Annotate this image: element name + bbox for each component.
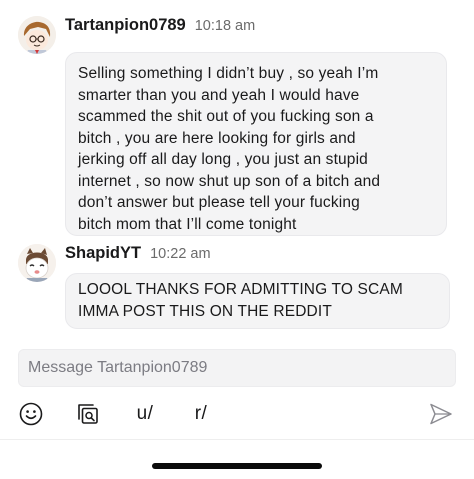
send-icon (430, 403, 452, 425)
subreddit-mention-button[interactable]: r/ (189, 397, 213, 431)
gallery-icon (78, 404, 98, 424)
message-text: Selling something I didn’t buy , so yeah… (78, 65, 381, 233)
message-header: Tartanpion0789 10:18 am (65, 16, 255, 40)
send-button[interactable] (426, 397, 456, 431)
message-bubble[interactable]: Selling something I didn’t buy , so yeah… (65, 52, 447, 236)
avatar[interactable] (18, 244, 56, 282)
message-input-placeholder: Message Tartanpion0789 (28, 359, 208, 376)
username[interactable]: ShapidYT (65, 244, 141, 263)
gallery-button[interactable] (74, 397, 102, 431)
message-header: ShapidYT 10:22 am (65, 244, 211, 268)
message-text: LOOOL THANKS FOR ADMITTING TO SCAM IMMA … (78, 281, 403, 320)
user-mention-label: u/ (136, 403, 154, 424)
message-input[interactable]: Message Tartanpion0789 (18, 349, 456, 387)
timestamp: 10:22 am (150, 246, 211, 262)
smiley-icon (19, 402, 43, 426)
emoji-button[interactable] (17, 397, 45, 431)
message-bubble[interactable]: LOOOL THANKS FOR ADMITTING TO SCAM IMMA … (65, 273, 450, 329)
composer-toolbar: u/ r/ (0, 397, 474, 431)
divider (0, 439, 474, 440)
subreddit-mention-label: r/ (194, 403, 208, 424)
timestamp: 10:18 am (194, 18, 256, 34)
avatar-image (18, 244, 56, 282)
username[interactable]: Tartanpion0789 (65, 16, 186, 35)
user-mention-button[interactable]: u/ (131, 397, 159, 431)
home-indicator[interactable] (152, 463, 322, 469)
avatar-image (18, 16, 56, 54)
avatar[interactable] (18, 16, 56, 54)
